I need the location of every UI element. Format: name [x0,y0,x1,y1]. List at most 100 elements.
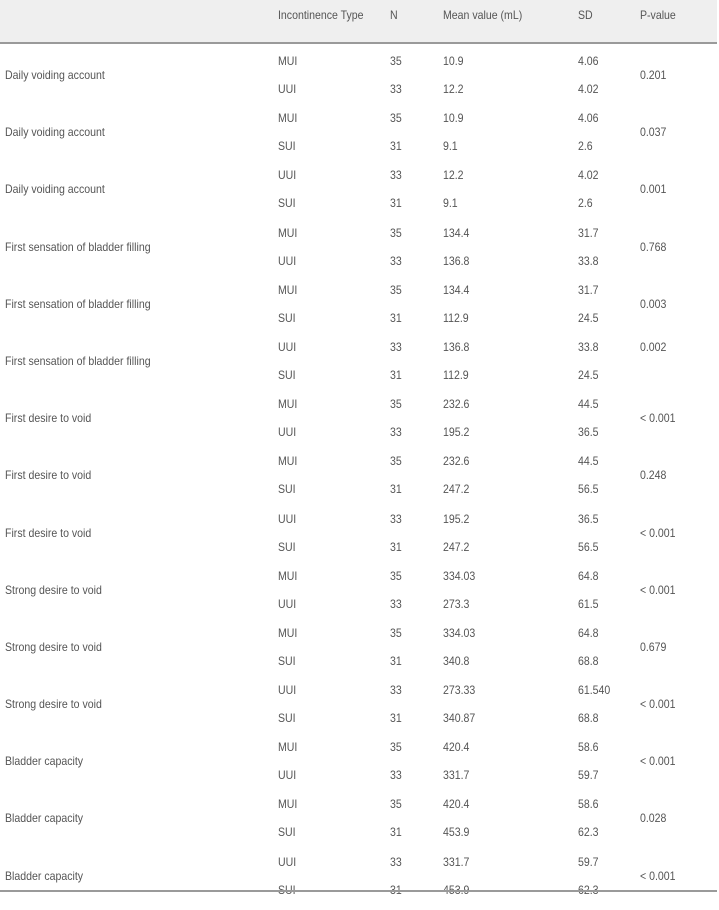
incontinence-type: SUI [278,825,296,840]
parameter-label: First desire to void [5,525,92,540]
mean-value: 10.9 [443,54,464,68]
parameter-label: First desire to void [5,411,92,426]
mean-value: 334.03 [443,568,476,583]
comparison-group: Strong desire to void MUI 35 334.03 64.8 UUI 3… [0,567,717,624]
n-value: 35 [390,740,402,755]
mean-value: 134.4 [443,282,470,297]
n-value: 33 [390,82,402,96]
header-sd: SD [578,8,593,22]
sd-value: 44.5 [578,454,599,469]
sd-value: 4.02 [578,168,599,183]
parameter-label: Bladder capacity [5,754,84,769]
comparison-group: First desire to void UUI 33 195.2 36.5 SUI 31 2… [0,510,717,567]
incontinence-type: UUI [278,425,297,440]
mean-value: 331.7 [443,768,470,783]
sd-value: 44.5 [578,397,599,412]
incontinence-type: MUI [278,54,298,68]
incontinence-type: SUI [278,196,296,211]
p-value: < 0.001 [640,411,676,426]
mean-value: 112.9 [443,310,469,325]
incontinence-type: SUI [278,653,296,668]
incontinence-type: MUI [278,111,298,126]
n-value: 31 [390,196,402,211]
incontinence-type: MUI [278,225,298,240]
incontinence-type: MUI [278,625,298,640]
mean-value: 232.6 [443,397,470,412]
parameter-label: Bladder capacity [5,811,84,826]
comparison-group: First desire to void MUI 35 232.6 44.5 SUI 31 2… [0,452,717,509]
incontinence-type: UUI [278,339,297,354]
sd-value: 68.8 [578,711,599,726]
header-n: N [390,8,398,22]
n-value: 35 [390,797,402,812]
comparison-group: Daily voiding account UUI 33 12.2 4.02 SUI 31 9… [0,166,717,223]
sd-value: 61.5 [578,596,599,611]
n-value: 31 [390,367,402,382]
sd-value: 58.6 [578,797,599,812]
parameter-label: First sensation of bladder filling [5,353,151,368]
sd-value: 36.5 [578,425,599,440]
p-value: < 0.001 [640,868,676,883]
incontinence-type: UUI [278,683,297,698]
comparison-group: First desire to void MUI 35 232.6 44.5 UUI 33 1… [0,395,717,452]
sd-value: 61.540 [578,683,611,698]
parameter-label: Daily voiding account [5,125,105,140]
mean-value: 12.2 [443,82,464,96]
mean-value: 420.4 [443,797,470,812]
p-value: 0.037 [640,125,667,140]
header-incontinence-type: Incontinence Type [278,8,364,22]
incontinence-type: SUI [278,539,296,554]
header-p-value: P-value [640,8,676,22]
mean-value: 420.4 [443,740,470,755]
sd-value: 4.06 [578,111,599,126]
incontinence-type: MUI [278,740,298,755]
mean-value: 9.1 [443,196,458,211]
mean-value: 10.9 [443,111,464,126]
sd-value: 33.8 [578,253,599,268]
n-value: 35 [390,54,402,68]
incontinence-type: MUI [278,454,298,469]
mean-value: 112.9 [443,367,469,382]
n-value: 33 [390,339,402,354]
incontinence-type: UUI [278,168,297,183]
mean-value: 334.03 [443,625,476,640]
p-value: 0.768 [640,239,667,254]
n-value: 33 [390,854,402,869]
header-mean-value: Mean value (mL) [443,8,523,22]
incontinence-type: MUI [278,282,298,297]
mean-value: 340.8 [443,653,470,668]
sd-value: 64.8 [578,625,599,640]
mean-value: 247.2 [443,482,470,497]
mean-value: 273.3 [443,596,470,611]
mean-value: 453.9 [443,825,470,840]
n-value: 31 [390,482,402,497]
n-value: 35 [390,111,402,126]
incontinence-type: UUI [278,253,297,268]
sd-value: 36.5 [578,511,599,526]
sd-value: 24.5 [578,367,599,382]
n-value: 33 [390,425,402,440]
incontinence-type: UUI [278,768,297,783]
sd-value: 2.6 [578,139,593,154]
sd-value: 59.7 [578,768,599,783]
comparison-group: Bladder capacity MUI 35 420.4 58.6 UUI 33 331.7… [0,738,717,795]
incontinence-type: MUI [278,797,298,812]
sd-value: 31.7 [578,225,599,240]
sd-value: 2.6 [578,196,593,211]
incontinence-type: UUI [278,854,297,869]
p-value: 0.201 [640,68,667,82]
incontinence-type: UUI [278,82,297,96]
n-value: 33 [390,768,402,783]
n-value: 35 [390,625,402,640]
table-header: Incontinence Type N Mean value (mL) SD P… [0,0,717,44]
sd-value: 68.8 [578,653,599,668]
n-value: 35 [390,568,402,583]
p-value: 0.248 [640,468,667,483]
parameter-label: First desire to void [5,468,92,483]
n-value: 33 [390,253,402,268]
mean-value: 232.6 [443,454,470,469]
comparison-group: Bladder capacity UUI 33 331.7 59.7 SUI 31 453.9… [0,853,717,910]
mean-value: 9.1 [443,139,458,154]
mean-value: 340.87 [443,711,476,726]
comparison-group: Bladder capacity MUI 35 420.4 58.6 SUI 31 453.9… [0,795,717,852]
